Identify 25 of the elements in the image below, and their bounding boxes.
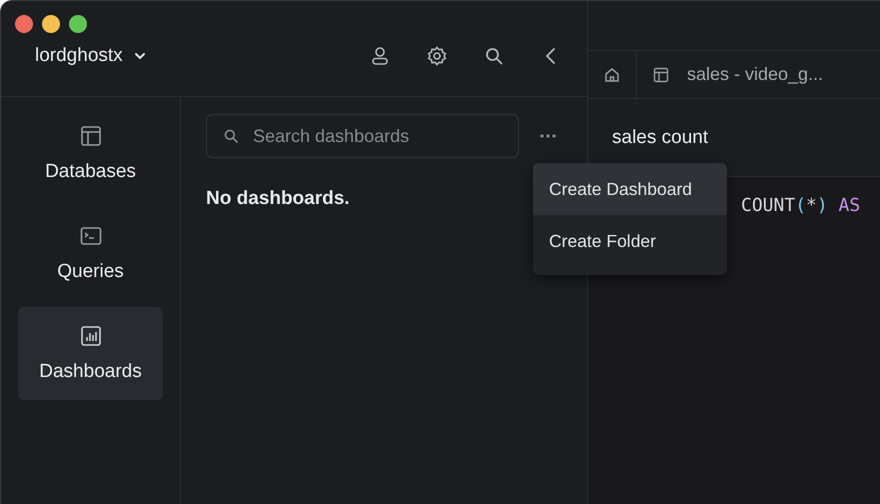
user-icon[interactable] — [370, 46, 390, 66]
search-field[interactable]: Search dashboards — [206, 114, 519, 158]
account-switcher[interactable]: lordghostx — [15, 45, 147, 67]
sidebar-item[interactable]: Dashboards — [18, 307, 163, 400]
sidebar-item[interactable]: Queries — [18, 207, 163, 300]
terminal-icon — [80, 224, 102, 246]
sidebar-item[interactable]: Databases — [18, 107, 163, 200]
more-icon[interactable] — [539, 133, 557, 139]
zoom-window-button[interactable] — [69, 15, 87, 33]
close-window-button[interactable] — [15, 15, 33, 33]
code-line: COUNT(*) AS — [741, 195, 860, 216]
home-icon — [604, 66, 620, 82]
sidebar-item-label: Dashboards — [39, 360, 142, 382]
bar-chart-icon — [80, 324, 102, 346]
sidebar-item-label: Queries — [57, 260, 124, 282]
search-icon — [223, 128, 239, 144]
layout-icon — [80, 124, 102, 146]
menu-item[interactable]: Create Dashboard — [533, 163, 727, 215]
layout-icon — [653, 66, 669, 82]
menu-item[interactable]: Create Folder — [533, 215, 727, 267]
minimize-window-button[interactable] — [42, 15, 60, 33]
query-tab[interactable]: sales - video_g... — [637, 51, 840, 98]
sidebar-item-label: Databases — [45, 160, 136, 182]
settings-icon[interactable] — [427, 46, 447, 66]
search-icon[interactable] — [484, 46, 504, 66]
